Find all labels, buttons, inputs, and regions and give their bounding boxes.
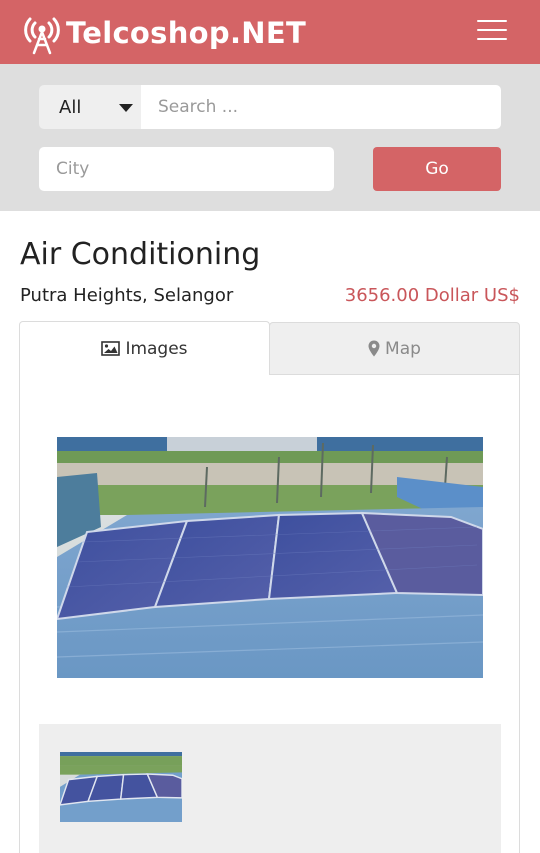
listing-location: Putra Heights, Selangor [20, 285, 234, 306]
brand-name: Telcoshop.NET [66, 16, 307, 50]
top-navbar: Telcoshop.NET [0, 0, 540, 64]
hamburger-line [477, 38, 507, 40]
go-button[interactable]: Go [373, 147, 501, 191]
tab-images-label: Images [125, 338, 188, 359]
tab-map[interactable]: Map [269, 322, 520, 375]
main-listing-photo[interactable] [57, 437, 483, 678]
tab-map-label: Map [385, 338, 421, 359]
hamburger-line [477, 29, 507, 31]
image-icon [101, 341, 121, 356]
tab-images[interactable]: Images [19, 321, 270, 375]
solar-panels-thumbnail [60, 752, 182, 822]
caret-down-icon [119, 104, 133, 112]
hamburger-menu-button[interactable] [477, 20, 507, 40]
thumbnail-item[interactable] [60, 752, 182, 822]
search-input[interactable] [141, 85, 501, 129]
search-panel: All Go [0, 64, 540, 211]
hamburger-menu-icon [477, 20, 507, 22]
tab-strip: Images Map [19, 321, 520, 375]
listing-price: 3656.00 Dollar US$ [344, 285, 520, 306]
listing-title: Air Conditioning [20, 237, 261, 272]
category-select-value: All [59, 97, 82, 118]
map-marker-icon [368, 340, 380, 357]
antenna-tower-icon [24, 17, 60, 55]
city-input[interactable] [39, 147, 334, 191]
brand-logo[interactable]: Telcoshop.NET [20, 10, 306, 56]
solar-panels-photo [57, 437, 483, 678]
category-select[interactable]: All [39, 85, 141, 129]
